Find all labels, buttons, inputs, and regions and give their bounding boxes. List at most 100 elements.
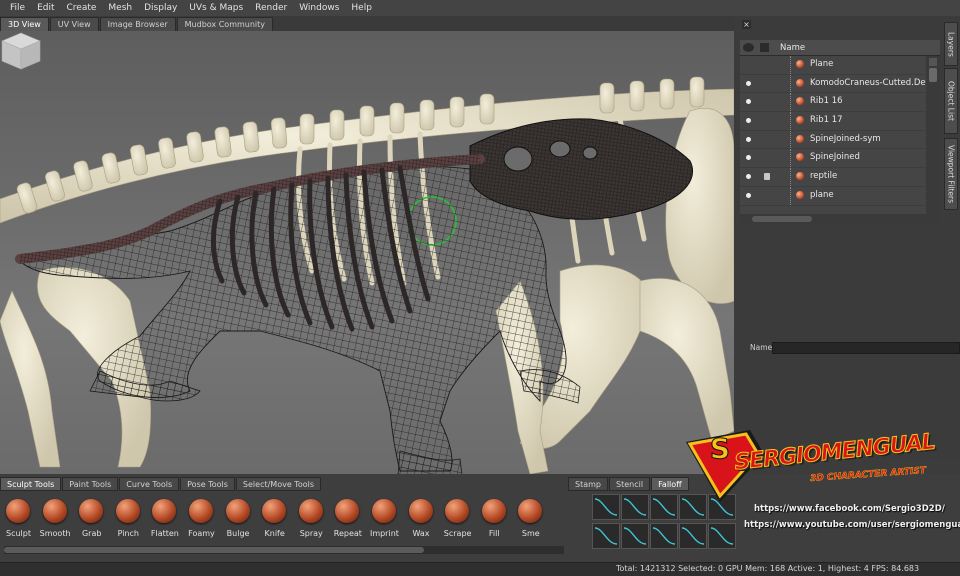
menu-create[interactable]: Create: [61, 0, 103, 16]
tool-grab[interactable]: Grab: [73, 494, 110, 544]
panel-collapse-icon[interactable]: ×: [742, 20, 751, 29]
sme-tool-icon: [518, 499, 543, 523]
visibility-eye-icon[interactable]: [746, 118, 751, 124]
tab-3d-view[interactable]: 3D View: [0, 17, 49, 31]
tree-line: [790, 93, 791, 112]
mesh-object-icon: [796, 116, 804, 125]
name-input[interactable]: [772, 342, 960, 354]
side-tab-layers[interactable]: Layers: [944, 22, 958, 66]
tool-smooth[interactable]: Smooth: [37, 494, 74, 544]
tab-pose-tools[interactable]: Pose Tools: [180, 477, 235, 491]
falloff-preset[interactable]: [621, 494, 649, 520]
tab-mudbox-community[interactable]: Mudbox Community: [176, 17, 274, 31]
flatten-tool-icon: [152, 499, 177, 523]
side-tab-object-list[interactable]: Object List: [944, 68, 958, 134]
tree-line: [790, 130, 791, 149]
object-list-row[interactable]: SpineJoined-sym: [740, 130, 926, 150]
name-field-row: Name: [746, 342, 960, 354]
visibility-eye-icon[interactable]: [746, 155, 751, 161]
menu-uvs-maps[interactable]: UVs & Maps: [183, 0, 249, 16]
tree-line: [790, 74, 791, 93]
skeleton-scene: [0, 76, 734, 474]
tab-select-move-tools[interactable]: Select/Move Tools: [235, 477, 321, 491]
mesh-object-icon: [796, 134, 804, 143]
falloff-preset[interactable]: [650, 523, 678, 549]
tool-imprint[interactable]: Imprint: [366, 494, 403, 544]
grab-tool-icon: [79, 499, 104, 523]
3d-viewport[interactable]: [0, 31, 734, 474]
visibility-eye-icon[interactable]: [746, 136, 751, 142]
object-list-row[interactable]: SpineJoined: [740, 149, 926, 169]
visibility-eye-icon[interactable]: [746, 174, 751, 180]
tab-curve-tools[interactable]: Curve Tools: [119, 477, 180, 491]
repeat-tool-icon: [335, 499, 360, 523]
tool-wax[interactable]: Wax: [403, 494, 440, 544]
side-tab-viewport-filters[interactable]: Viewport Filters: [944, 138, 958, 210]
facebook-url: https://www.facebook.com/Sergio3D2D/: [754, 504, 945, 514]
tool-bulge[interactable]: Bulge: [220, 494, 257, 544]
object-list-panel: × Name Plane KomodoCraneus-Cutted.De... Ri…: [734, 16, 960, 460]
status-text: Total: 1421312 Selected: 0 GPU Mem: 168 …: [616, 564, 920, 573]
tab-stamp[interactable]: Stamp: [568, 477, 608, 491]
object-list-row[interactable]: Rib1 16: [740, 93, 926, 113]
object-list-hscrollbar[interactable]: [740, 214, 940, 224]
view-cube[interactable]: [0, 31, 42, 71]
falloff-preset[interactable]: [650, 494, 678, 520]
menu-render[interactable]: Render: [249, 0, 293, 16]
imprint-tool-icon: [371, 499, 396, 523]
menu-mesh[interactable]: Mesh: [102, 0, 138, 16]
tool-fill[interactable]: Fill: [476, 494, 513, 544]
visibility-eye-icon[interactable]: [746, 80, 751, 86]
hscroll-thumb[interactable]: [752, 216, 812, 222]
tool-foamy[interactable]: Foamy: [183, 494, 220, 544]
object-name: Plane: [810, 59, 834, 69]
scroll-up-arrow[interactable]: [929, 58, 937, 66]
object-list-row[interactable]: KomodoCraneus-Cutted.De...: [740, 74, 928, 94]
visibility-column-icon[interactable]: [743, 43, 754, 52]
name-label: Name: [750, 343, 773, 352]
tool-spray[interactable]: Spray: [293, 494, 330, 544]
scroll-thumb[interactable]: [929, 68, 937, 82]
tool-sculpt[interactable]: Sculpt: [0, 494, 37, 544]
object-list: Plane KomodoCraneus-Cutted.De... Rib1 16 Ri…: [740, 56, 928, 214]
tab-image-browser[interactable]: Image Browser: [99, 17, 176, 31]
object-list-row[interactable]: reptile: [740, 168, 926, 187]
tool-sme[interactable]: Sme: [512, 494, 549, 544]
tab-paint-tools[interactable]: Paint Tools: [62, 477, 119, 491]
object-list-scrollbar[interactable]: [926, 56, 940, 214]
menu-windows[interactable]: Windows: [293, 0, 345, 16]
menu-file[interactable]: File: [4, 0, 31, 16]
menu-display[interactable]: Display: [138, 0, 183, 16]
falloff-preset[interactable]: [592, 494, 620, 520]
tool-pinch[interactable]: Pinch: [110, 494, 147, 544]
fill-tool-icon: [481, 499, 506, 523]
menu-edit[interactable]: Edit: [31, 0, 60, 16]
tree-line: [790, 186, 791, 205]
tab-sculpt-tools[interactable]: Sculpt Tools: [0, 477, 62, 491]
tool-flatten[interactable]: Flatten: [146, 494, 183, 544]
object-list-row[interactable]: Rib1 17: [740, 112, 926, 131]
tool-repeat[interactable]: Repeat: [329, 494, 366, 544]
tab-uv-view[interactable]: UV View: [49, 17, 99, 31]
tool-scrape[interactable]: Scrape: [439, 494, 476, 544]
sculpt-tool-shelf: Sculpt Smooth Grab Pinch Flatten Foamy Bulge Kn…: [0, 494, 562, 544]
tree-line: [790, 112, 791, 130]
visibility-eye-icon[interactable]: [746, 192, 751, 198]
falloff-preset[interactable]: [592, 523, 620, 549]
view-tab-bar: 3D View UV View Image Browser Mudbox Commun…: [0, 16, 740, 31]
tab-stencil[interactable]: Stencil: [609, 477, 651, 491]
falloff-preset[interactable]: [621, 523, 649, 549]
object-name: reptile: [810, 171, 838, 182]
mesh-object-icon: [796, 190, 804, 199]
menu-help[interactable]: Help: [345, 0, 378, 16]
object-list-row[interactable]: plane: [740, 186, 926, 206]
object-name: plane: [810, 189, 834, 200]
tool-knife[interactable]: Knife: [256, 494, 293, 544]
object-list-row[interactable]: Plane: [740, 56, 926, 75]
visibility-eye-icon[interactable]: [746, 99, 751, 105]
name-column-header[interactable]: Name: [780, 43, 805, 53]
tool-shelf-scrollbar[interactable]: [4, 546, 564, 554]
lock-icon[interactable]: [764, 173, 770, 181]
tool-shelf-scroll-thumb[interactable]: [4, 547, 424, 553]
lock-column-icon[interactable]: [760, 43, 769, 52]
